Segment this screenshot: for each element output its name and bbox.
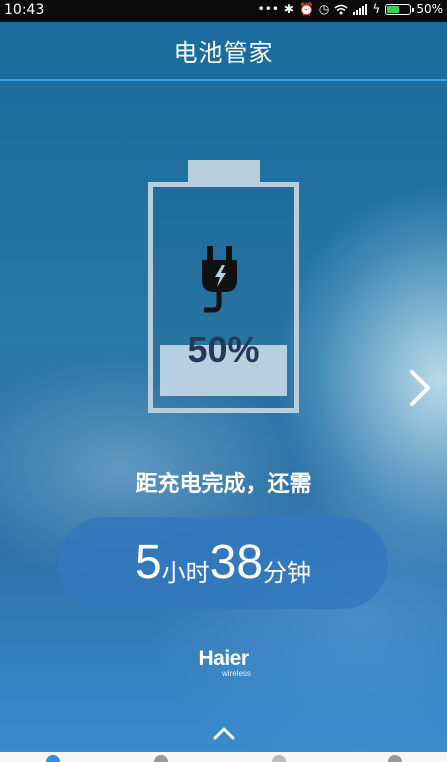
status-time: 10:43 bbox=[4, 2, 45, 18]
dots-icon: ••• bbox=[257, 2, 279, 16]
minutes-unit: 分钟 bbox=[263, 558, 312, 587]
charge-time-remaining: 5 小时 38 分钟 bbox=[58, 517, 388, 609]
status-bar: 10:43 ••• ✱ ⏰ ◷ ϟ 50% bbox=[0, 0, 447, 22]
battery-icon bbox=[385, 3, 415, 15]
charging-icon: ϟ bbox=[372, 2, 381, 16]
tab-tools-icon[interactable] bbox=[272, 755, 286, 762]
battery-mini-fill bbox=[387, 5, 400, 13]
battery-graphic: 50% bbox=[148, 160, 299, 413]
hours-unit: 小时 bbox=[161, 558, 210, 587]
brand-name: Haier bbox=[198, 647, 249, 670]
status-icons: ••• ✱ ⏰ ◷ ϟ 50% bbox=[258, 2, 443, 16]
signal-icon bbox=[353, 3, 368, 15]
brand-logo: Haier wireless bbox=[0, 647, 447, 678]
tab-stats-icon[interactable] bbox=[154, 755, 168, 762]
minutes-value: 38 bbox=[209, 536, 264, 589]
tab-home-icon[interactable] bbox=[46, 755, 60, 762]
battery-percent: 50% bbox=[416, 2, 443, 16]
charging-plug-icon bbox=[202, 246, 237, 313]
bottom-tab-bar bbox=[0, 752, 447, 762]
alarm-icon: ⏰ bbox=[298, 2, 314, 16]
bluetooth-icon: ✱ bbox=[283, 2, 294, 16]
brand-tagline: wireless bbox=[222, 669, 251, 678]
clock-icon: ◷ bbox=[318, 2, 330, 16]
chevron-up-icon[interactable] bbox=[211, 724, 237, 742]
chevron-right-icon[interactable] bbox=[400, 366, 440, 410]
tab-profile-icon[interactable] bbox=[388, 755, 402, 762]
hours-value: 5 bbox=[134, 536, 162, 589]
header: 电池管家 bbox=[0, 22, 447, 81]
wifi-icon bbox=[334, 4, 348, 14]
page-title: 电池管家 bbox=[173, 39, 274, 67]
battery-percent-label: 50% bbox=[187, 329, 260, 370]
charge-remaining-label: 距充电完成，还需 bbox=[135, 472, 312, 497]
battery-cap bbox=[188, 160, 260, 184]
